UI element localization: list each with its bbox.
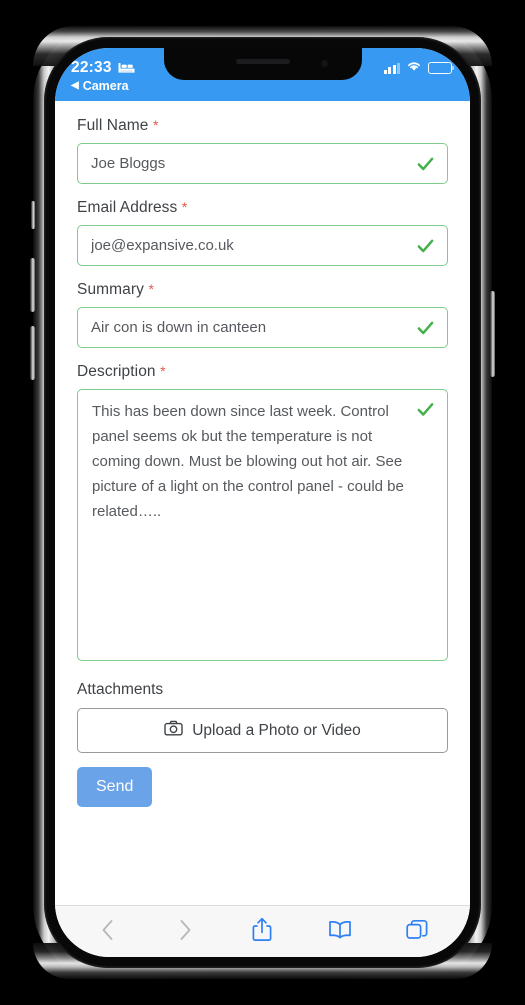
chevron-right-icon [180,919,191,940]
field-summary: Summary * [77,281,448,348]
earpiece-speaker [235,59,290,64]
check-icon [417,321,434,334]
status-bar-left: 22:33 [71,59,135,77]
input-wrap-full-name[interactable] [77,143,448,184]
status-time: 22:33 [71,59,112,76]
status-bar-right [383,59,455,77]
back-button[interactable] [86,913,130,947]
input-wrap-summary[interactable] [77,307,448,348]
label-description: Description * [77,363,448,381]
check-icon [417,157,434,170]
bookmarks-button[interactable] [318,913,362,947]
bed-icon [118,62,135,74]
display-notch [163,48,362,80]
back-app-label: Camera [82,79,129,93]
label-text: Summary [77,281,145,298]
label-full-name: Full Name * [77,117,448,135]
check-icon [417,403,434,416]
label-email-address: Email Address * [77,199,448,217]
label-summary: Summary * [77,281,448,299]
label-text: Email Address [77,199,178,216]
browser-toolbar [55,905,470,957]
back-caret-icon: ◀ [71,80,79,91]
battery-icon [428,62,455,74]
share-icon [253,917,272,941]
form-page: Full Name * Email Address * [55,101,470,905]
label-text: Description [77,363,156,380]
tabs-button[interactable] [395,913,439,947]
mute-switch[interactable] [31,201,35,229]
book-icon [329,921,351,939]
camera-icon [164,720,183,741]
required-asterisk: * [148,281,154,297]
description-textarea[interactable]: This has been down since last week. Cont… [77,389,448,661]
full-name-input[interactable] [78,144,447,183]
check-icon [417,239,434,252]
chevron-left-icon [102,919,113,940]
power-button[interactable] [490,291,495,377]
volume-up-button[interactable] [30,258,35,312]
share-button[interactable] [240,913,284,947]
required-asterisk: * [160,363,166,379]
email-address-input[interactable] [78,226,447,265]
field-description: Description * This has been down since l… [77,363,448,661]
field-full-name: Full Name * [77,117,448,184]
wifi-icon [406,59,422,77]
back-to-app-link[interactable]: ◀ Camera [71,79,454,93]
input-wrap-email-address[interactable] [77,225,448,266]
required-asterisk: * [152,117,159,133]
phone-screen: 22:33 ◀ Camera Full Name * Joe Bloggs Em… [55,48,470,957]
required-asterisk: * [181,199,188,215]
summary-input[interactable] [78,308,447,347]
label-text: Full Name [77,117,149,134]
label-attachments: Attachments [77,681,164,698]
upload-button-label: Upload a Photo or Video [192,721,361,739]
field-email-address: Email Address * [77,199,448,266]
description-value: This has been down since last week. Cont… [92,403,404,520]
signal-bars-icon [383,62,400,74]
send-button[interactable]: Send [77,767,153,807]
forward-button[interactable] [163,913,207,947]
tabs-icon [406,919,428,939]
phone-device-frame: 22:33 ◀ Camera Full Name * Joe Bloggs Em… [30,26,495,979]
volume-down-button[interactable] [30,326,35,380]
front-camera [320,60,328,67]
upload-photo-or-video-button[interactable]: Upload a Photo or Video [77,708,448,753]
